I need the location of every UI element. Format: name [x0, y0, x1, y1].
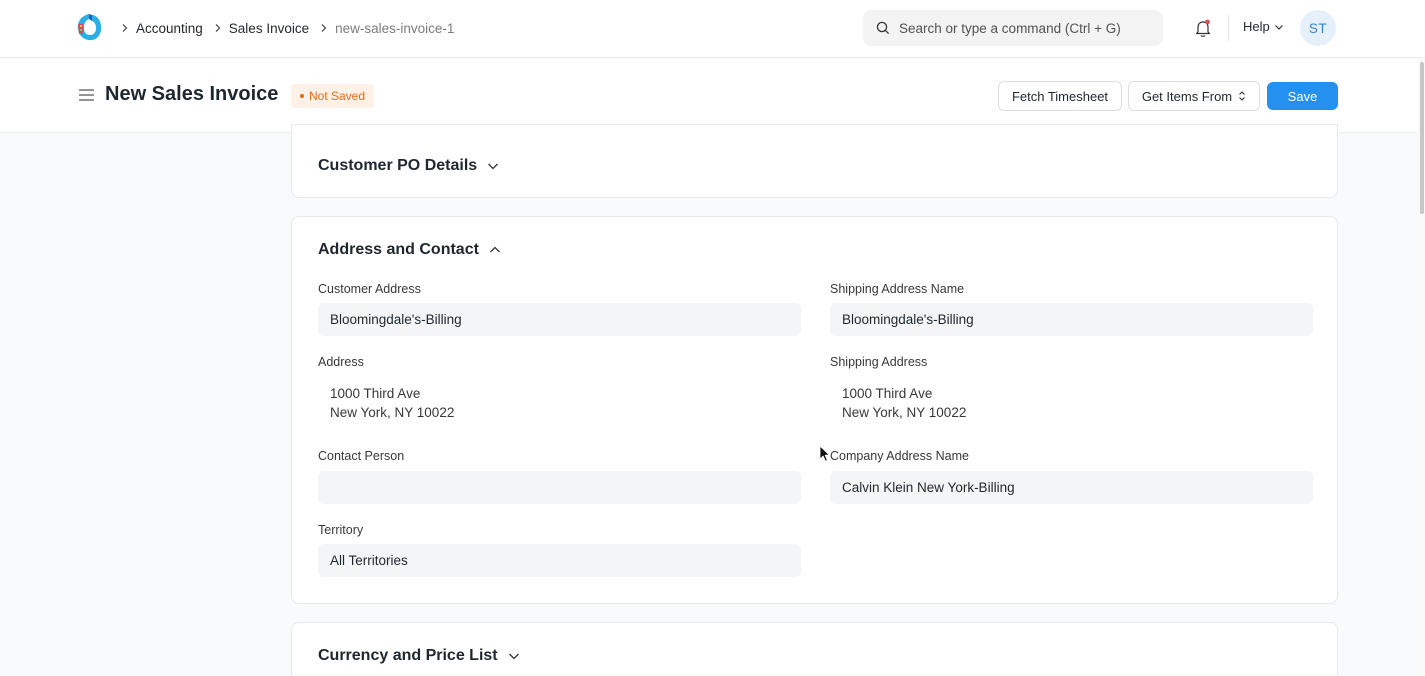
- save-button[interactable]: Save: [1267, 82, 1338, 110]
- bell-icon[interactable]: [1192, 17, 1214, 39]
- chevron-down-icon: [1274, 24, 1283, 30]
- help-label: Help: [1243, 19, 1270, 34]
- address-line-1: 1000 Third Ave: [330, 386, 421, 401]
- breadcrumb-accounting[interactable]: Accounting: [136, 21, 203, 36]
- address-contact-section: Address and Contact Customer Address Blo…: [291, 216, 1338, 604]
- chevron-down-icon: [488, 163, 499, 170]
- customer-address-field[interactable]: Bloomingdale's-Billing: [318, 303, 801, 336]
- currency-price-list-toggle[interactable]: Currency and Price List: [318, 647, 520, 665]
- address-line-2: New York, NY 10022: [330, 405, 455, 420]
- page-head: New Sales Invoice Not Saved Fetch Timesh…: [0, 59, 1425, 133]
- fetch-timesheet-button[interactable]: Fetch Timesheet: [998, 81, 1122, 111]
- sort-icon: [1239, 91, 1246, 101]
- get-items-from-label: Get Items From: [1141, 88, 1233, 104]
- status-badge: Not Saved: [291, 84, 375, 108]
- shipping-address-line-2: New York, NY 10022: [842, 405, 967, 420]
- section-title: Customer PO Details: [318, 157, 478, 174]
- customer-address-label: Customer Address: [318, 282, 421, 296]
- get-items-from-button[interactable]: Get Items From: [1128, 81, 1260, 111]
- chevron-down-icon: [508, 653, 519, 660]
- chevron-up-icon: [489, 246, 500, 253]
- currency-price-list-section: Currency and Price List: [291, 622, 1338, 676]
- address-label: Address: [318, 355, 364, 369]
- shipping-address-name-label: Shipping Address Name: [830, 282, 965, 296]
- customer-po-section: Customer PO Details: [291, 124, 1338, 198]
- status-dot: [300, 94, 304, 98]
- section-title: Currency and Price List: [318, 647, 498, 664]
- chevron-right-icon: [210, 20, 226, 36]
- breadcrumb: Accounting Sales Invoice new-sales-invoi…: [114, 0, 458, 56]
- address-text: 1000 Third Ave New York, NY 10022: [330, 384, 454, 422]
- mouse-cursor-icon: [819, 445, 830, 462]
- breadcrumb-current[interactable]: new-sales-invoice-1: [335, 21, 454, 36]
- top-navbar: Accounting Sales Invoice new-sales-invoi…: [0, 0, 1425, 58]
- scrollbar-thumb[interactable]: [1420, 62, 1424, 214]
- avatar[interactable]: ST: [1300, 10, 1336, 46]
- contact-person-label: Contact Person: [318, 449, 405, 463]
- address-contact-toggle[interactable]: Address and Contact: [318, 241, 501, 259]
- customer-po-toggle[interactable]: Customer PO Details: [318, 157, 499, 175]
- breadcrumb-sales-invoice[interactable]: Sales Invoice: [229, 21, 309, 36]
- search-placeholder: Search or type a command (Ctrl + G): [899, 20, 1121, 36]
- search-bar[interactable]: Search or type a command (Ctrl + G): [863, 10, 1163, 46]
- section-title: Address and Contact: [318, 241, 479, 258]
- status-text: Not Saved: [309, 89, 366, 103]
- chevron-right-icon: [117, 20, 133, 36]
- hamburger-icon[interactable]: [78, 87, 95, 103]
- territory-label: Territory: [318, 523, 364, 537]
- app-logo-icon[interactable]: [75, 12, 103, 42]
- help-dropdown[interactable]: Help: [1243, 19, 1284, 34]
- navbar-divider: [1228, 15, 1229, 41]
- shipping-address-text: 1000 Third Ave New York, NY 10022: [842, 384, 966, 422]
- company-address-name-label: Company Address Name: [830, 449, 969, 463]
- shipping-address-line-1: 1000 Third Ave: [842, 386, 933, 401]
- company-address-name-field[interactable]: Calvin Klein New York-Billing: [830, 471, 1313, 504]
- shipping-address-name-field[interactable]: Bloomingdale's-Billing: [830, 303, 1313, 336]
- page-title: New Sales Invoice: [105, 83, 279, 105]
- shipping-address-label: Shipping Address: [830, 355, 928, 369]
- territory-field[interactable]: All Territories: [318, 544, 801, 577]
- contact-person-field[interactable]: [318, 471, 801, 504]
- search-icon: [876, 21, 890, 35]
- chevron-right-icon: [316, 20, 332, 36]
